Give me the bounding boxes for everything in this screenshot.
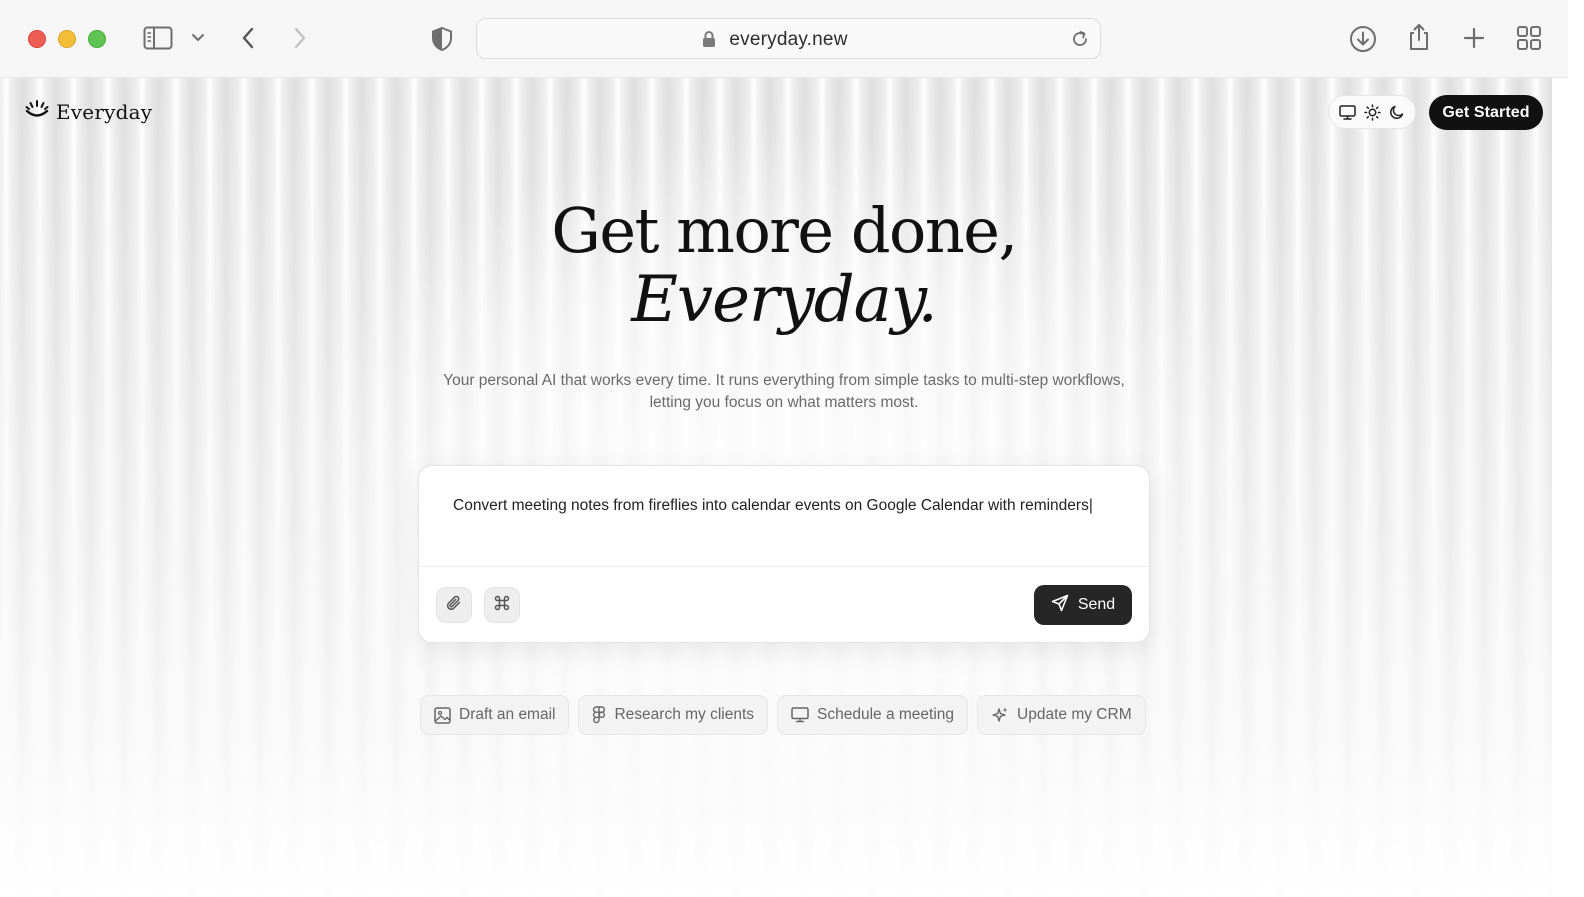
chevron-down-icon[interactable] [184,27,212,49]
image-icon [434,706,451,724]
hero-subtitle-line2: letting you focus on what matters most. [649,394,919,411]
send-label: Send [1077,596,1116,613]
suggestion-research-clients[interactable]: Research my clients [578,695,769,735]
back-icon[interactable] [234,24,262,52]
commands-button[interactable] [484,587,520,623]
hero-subtitle: Your personal AI that works every time. … [400,370,1168,414]
smile-logo-icon [24,98,50,125]
url-text: everyday.new [729,29,848,50]
browser-toolbar: everyday.new [0,0,1568,78]
address-bar[interactable]: everyday.new [476,18,1101,59]
suggestion-label: Research my clients [614,706,755,723]
monitor-icon [791,707,809,723]
suggestion-chips: Draft an email Research my clients Sched… [420,695,1146,735]
forward-icon[interactable] [286,24,314,52]
attach-button[interactable] [436,587,472,623]
zoom-window-button[interactable] [88,30,106,48]
suggestion-label: Schedule a meeting [817,706,955,723]
logo[interactable]: Everyday [24,98,152,125]
page-right-edge [1552,78,1584,897]
send-button[interactable]: Send [1034,585,1132,625]
tabs-grid-icon[interactable] [1513,23,1545,53]
composer-divider [419,566,1149,567]
sun-icon[interactable] [1364,103,1381,121]
share-icon[interactable] [1403,21,1435,53]
close-window-button[interactable] [28,30,46,48]
prompt-composer: Convert meeting notes from fireflies int… [418,465,1150,643]
page-content: Everyday Get Started Get more done, Ever… [0,78,1552,897]
sidebar-icon[interactable] [142,25,174,51]
download-icon[interactable] [1347,23,1379,55]
suggestion-update-crm[interactable]: Update my CRM [977,695,1146,735]
hero-subtitle-line1: Your personal AI that works every time. … [443,372,1125,389]
command-icon [493,594,511,617]
minimize-window-button[interactable] [58,30,76,48]
shield-icon[interactable] [428,25,456,53]
get-started-button[interactable]: Get Started [1429,95,1543,130]
suggestion-draft-email[interactable]: Draft an email [420,695,570,735]
monitor-icon[interactable] [1339,104,1356,120]
suggestion-schedule-meeting[interactable]: Schedule a meeting [777,695,969,735]
suggestion-label: Draft an email [459,706,556,723]
send-icon [1051,594,1069,617]
suggestion-label: Update my CRM [1017,706,1132,723]
hero-title-line1: Get more done, [551,194,1018,267]
hero-title-line2: Everyday. [631,263,938,337]
moon-icon[interactable] [1389,104,1405,120]
theme-switcher [1328,95,1416,129]
reload-icon[interactable] [1070,29,1090,54]
logo-text: Everyday [56,99,153,124]
sparkles-icon [991,706,1009,724]
figma-icon [592,706,606,724]
paperclip-icon [445,594,463,617]
prompt-input[interactable]: Convert meeting notes from fireflies int… [453,497,1093,515]
plus-icon[interactable] [1459,23,1489,53]
